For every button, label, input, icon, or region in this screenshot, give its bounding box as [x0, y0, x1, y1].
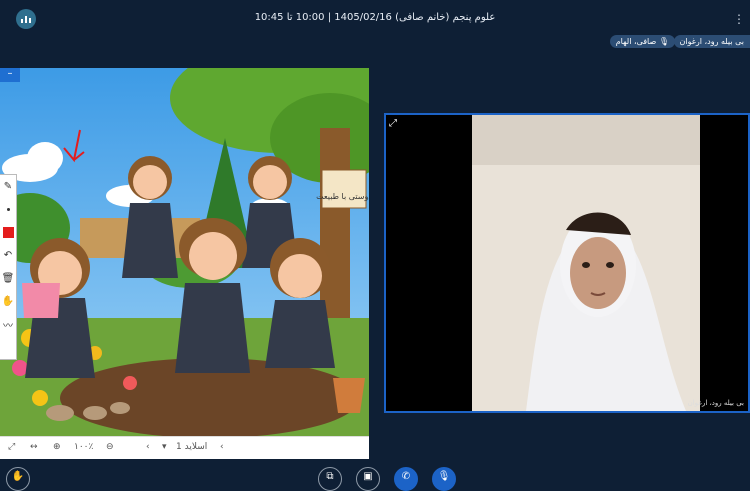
pencil-icon[interactable]: ✎: [0, 175, 16, 198]
girl-figure: [122, 156, 178, 278]
dot-size-icon[interactable]: [0, 198, 16, 221]
expand-icon[interactable]: ⤢: [389, 118, 397, 129]
undo-icon[interactable]: ↶: [0, 244, 16, 267]
annotation-toolbar: ✎ ↶ 🗑 ✋ 〰: [0, 174, 17, 360]
girl-figure: [175, 218, 250, 373]
next-slide-icon[interactable]: ‹: [220, 442, 224, 452]
vertical-dots-icon[interactable]: ⋮: [733, 12, 745, 26]
fullscreen-icon[interactable]: ⤢: [8, 442, 15, 452]
collapse-panel-button[interactable]: –: [0, 68, 20, 82]
camera-icon[interactable]: ▣: [356, 467, 380, 491]
sign-text: دوستی با طبیعت: [316, 192, 369, 201]
mic-icon: 🎙: [658, 37, 669, 46]
participant-name: بی بیله رود، ارغوان: [687, 399, 744, 407]
hand-icon[interactable]: ✋: [0, 290, 16, 313]
zoom-level: ۱۰۰٪: [74, 442, 94, 452]
top-bar: علوم پنجم (خانم صافی) 1405/02/16 | 10:00…: [0, 0, 750, 36]
participant-chip-student[interactable]: بی بیله رود، ارغوان: [673, 35, 750, 48]
zoom-out-icon[interactable]: ⊖: [106, 442, 114, 452]
girl-figure: [265, 238, 335, 368]
fit-width-icon[interactable]: ↔: [30, 442, 38, 452]
participant-chip-teacher[interactable]: 🎙 صافی، الهام: [609, 35, 675, 48]
session-title: علوم پنجم (خانم صافی) 1405/02/16 | 10:00…: [254, 12, 496, 23]
slide-illustration: دوستی با طبیعت: [0, 68, 369, 436]
zoom-in-icon[interactable]: ⊕: [53, 442, 61, 452]
participant-video: [386, 115, 748, 411]
bottom-controls: ✋ ⧉ ▣ ✆ 🎙: [0, 459, 750, 491]
slide-toolbar: ⤢ ↔ ⊕ ۱۰۰٪ ⊖ ‹ ▾ اسلاید 1 ‹: [0, 436, 369, 460]
prev-slide-icon[interactable]: ‹: [146, 442, 150, 452]
microphone-icon[interactable]: 🎙: [432, 467, 456, 491]
trash-icon[interactable]: 🗑: [0, 267, 16, 290]
phone-icon[interactable]: ✆: [394, 467, 418, 491]
share-screen-icon[interactable]: ⧉: [318, 467, 342, 491]
chart-icon[interactable]: 〰: [0, 313, 16, 336]
video-panel: ⤢ بی بیله رود، ارغوان: [384, 113, 750, 413]
slide-selector[interactable]: اسلاید 1: [176, 442, 207, 452]
slide-dropdown-icon[interactable]: ▾: [162, 442, 167, 452]
slide-image: دوستی با طبیعت: [0, 68, 369, 436]
hand-raise-icon[interactable]: ✋: [6, 467, 30, 491]
color-swatch[interactable]: [0, 221, 16, 244]
presentation-panel: – دوستی با طبیعت ✎ ↶ 🗑 ✋ 〰 ⤢ ↔ ⊕ ۱۰۰٪ ⊖ …: [0, 68, 369, 460]
